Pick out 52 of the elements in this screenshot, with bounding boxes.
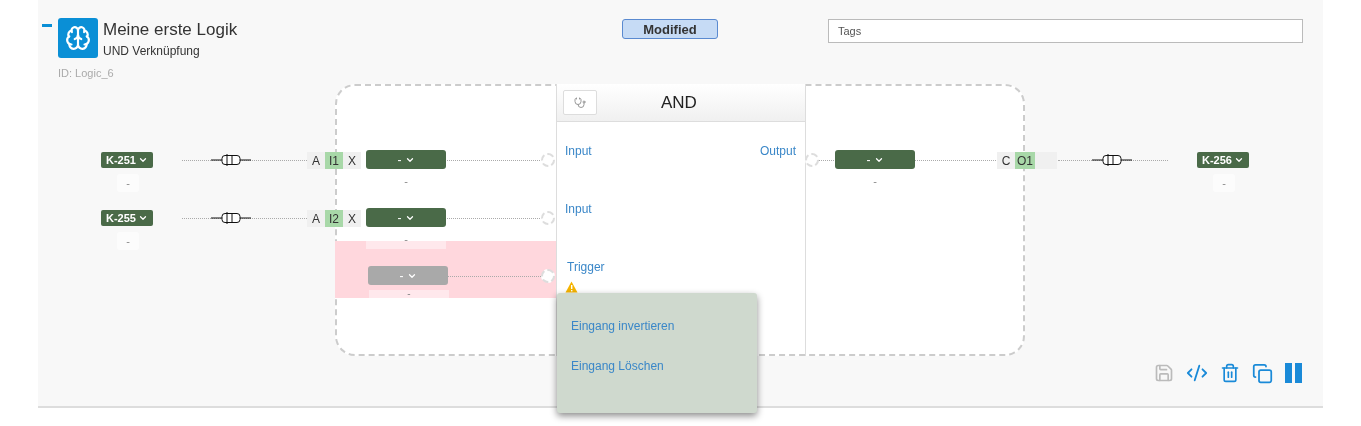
flag-toggle[interactable]: I2 [325, 210, 343, 227]
code-button[interactable] [1186, 362, 1208, 384]
copy-button[interactable] [1252, 362, 1273, 384]
port-label: Input [565, 202, 592, 216]
select-dropdown[interactable]: - [366, 150, 446, 169]
channel-value: - [1213, 174, 1235, 192]
fuse-icon [211, 212, 251, 224]
logic-subtitle: UND Verknüpfung [103, 44, 201, 58]
status-badge: Modified [622, 19, 718, 39]
flag-toggle[interactable]: I1 [325, 152, 343, 169]
stethoscope-icon [574, 96, 586, 109]
port-label: Input [565, 144, 592, 158]
select-value: - [403, 174, 409, 189]
port-label: Trigger [567, 260, 605, 274]
pause-icon [1285, 363, 1303, 383]
copy-icon [1252, 362, 1273, 384]
chevron-icon [137, 155, 148, 165]
channel-dropdown[interactable]: K-251 [101, 152, 153, 168]
collapse-icon[interactable] [42, 24, 52, 27]
flag-toggle[interactable]: X [343, 210, 361, 227]
channel-value: - [369, 290, 449, 298]
tags-field[interactable]: Tags [828, 19, 1303, 43]
delete-icon [1220, 363, 1240, 383]
flag-toggle[interactable]: C [997, 152, 1015, 169]
flag-toggle[interactable]: A [307, 152, 325, 169]
delete-button[interactable] [1220, 363, 1240, 383]
fuse-icon [1092, 154, 1132, 166]
logic-id: ID: Logic_6 [58, 67, 114, 79]
channel-dropdown[interactable]: K-256 [1197, 152, 1249, 168]
channel-dropdown[interactable]: K-255 [101, 210, 153, 226]
flag-toggle[interactable] [1035, 152, 1057, 169]
flag-toggle[interactable]: A [307, 210, 325, 227]
select-value: - [403, 232, 409, 247]
fuse-icon [211, 154, 251, 166]
code-icon [1186, 362, 1208, 384]
channel-value: - [117, 232, 139, 250]
pause-button[interactable] [1285, 363, 1303, 383]
warning-icon [565, 281, 578, 293]
chevron-icon [137, 213, 148, 223]
port-label: Output [760, 144, 797, 158]
channel-value: - [117, 174, 139, 192]
logic-title: Meine erste Logik [103, 20, 238, 40]
select-dropdown[interactable]: - [366, 208, 446, 227]
select-value: - [872, 174, 878, 189]
flag-toggle[interactable]: X [343, 152, 361, 169]
select-dropdown[interactable]: - [835, 150, 915, 169]
brain-icon [65, 25, 91, 51]
chevron-icon [1233, 155, 1244, 165]
flag-toggle[interactable]: O1 [1015, 152, 1035, 169]
diagnose-button[interactable] [563, 90, 597, 115]
save-icon [1154, 363, 1174, 383]
block-title: AND [661, 92, 697, 113]
